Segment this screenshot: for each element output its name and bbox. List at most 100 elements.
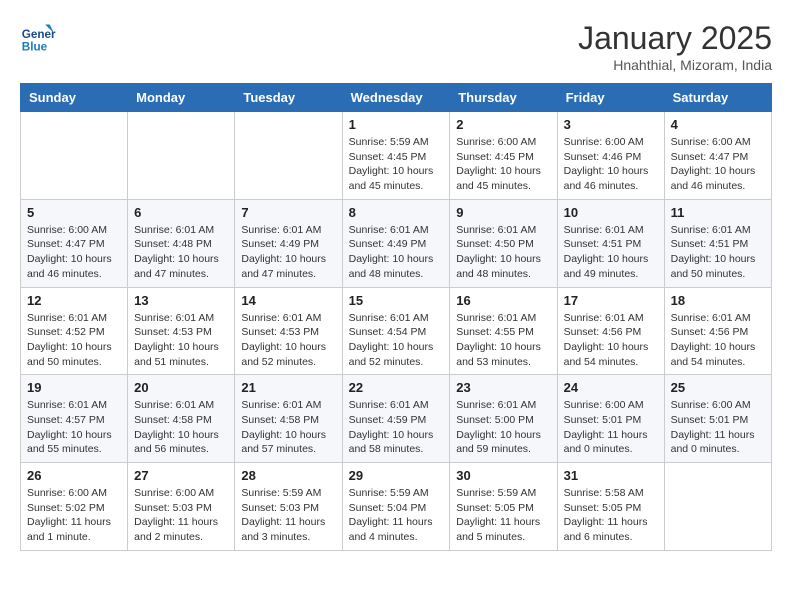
calendar-cell: 18 Sunrise: 6:01 AM Sunset: 4:56 PM Dayli… (664, 287, 771, 375)
day-number: 15 (349, 293, 444, 308)
calendar-cell: 21 Sunrise: 6:01 AM Sunset: 4:58 PM Dayli… (235, 375, 342, 463)
day-info: Sunrise: 6:01 AM Sunset: 4:50 PM Dayligh… (456, 223, 550, 282)
week-row-5: 26 Sunrise: 6:00 AM Sunset: 5:02 PM Dayli… (21, 463, 772, 551)
week-row-4: 19 Sunrise: 6:01 AM Sunset: 4:57 PM Dayli… (21, 375, 772, 463)
day-info: Sunrise: 6:00 AM Sunset: 5:02 PM Dayligh… (27, 486, 121, 545)
location-subtitle: Hnahthial, Mizoram, India (578, 57, 772, 73)
calendar-cell: 28 Sunrise: 5:59 AM Sunset: 5:03 PM Dayli… (235, 463, 342, 551)
day-info: Sunrise: 6:01 AM Sunset: 5:00 PM Dayligh… (456, 398, 550, 457)
day-info: Sunrise: 5:59 AM Sunset: 5:04 PM Dayligh… (349, 486, 444, 545)
day-number: 9 (456, 205, 550, 220)
week-row-3: 12 Sunrise: 6:01 AM Sunset: 4:52 PM Dayli… (21, 287, 772, 375)
day-info: Sunrise: 6:00 AM Sunset: 4:47 PM Dayligh… (671, 135, 765, 194)
day-number: 6 (134, 205, 228, 220)
calendar-cell: 13 Sunrise: 6:01 AM Sunset: 4:53 PM Dayli… (128, 287, 235, 375)
calendar-cell: 23 Sunrise: 6:01 AM Sunset: 5:00 PM Dayli… (450, 375, 557, 463)
calendar-cell (128, 112, 235, 200)
day-number: 18 (671, 293, 765, 308)
month-title: January 2025 (578, 20, 772, 57)
page-header: General Blue January 2025 Hnahthial, Miz… (20, 20, 772, 73)
calendar-cell: 27Sunrise: 6:00 AM Sunset: 5:03 PM Dayli… (128, 463, 235, 551)
calendar-cell: 9 Sunrise: 6:01 AM Sunset: 4:50 PM Daylig… (450, 199, 557, 287)
day-number: 16 (456, 293, 550, 308)
calendar-cell: 12 Sunrise: 6:01 AM Sunset: 4:52 PM Dayli… (21, 287, 128, 375)
day-number: 25 (671, 380, 765, 395)
weekday-header-saturday: Saturday (664, 84, 771, 112)
day-info: Sunrise: 6:01 AM Sunset: 4:55 PM Dayligh… (456, 311, 550, 370)
day-number: 17 (564, 293, 658, 308)
day-number: 2 (456, 117, 550, 132)
day-number: 26 (27, 468, 121, 483)
weekday-header-tuesday: Tuesday (235, 84, 342, 112)
day-number: 20 (134, 380, 228, 395)
calendar-cell: 14Sunrise: 6:01 AM Sunset: 4:53 PM Dayli… (235, 287, 342, 375)
day-number: 7 (241, 205, 335, 220)
day-info: Sunrise: 6:01 AM Sunset: 4:53 PM Dayligh… (134, 311, 228, 370)
day-number: 19 (27, 380, 121, 395)
calendar-cell (235, 112, 342, 200)
day-info: Sunrise: 6:01 AM Sunset: 4:52 PM Dayligh… (27, 311, 121, 370)
day-info: Sunrise: 6:01 AM Sunset: 4:53 PM Dayligh… (241, 311, 335, 370)
calendar-cell: 20 Sunrise: 6:01 AM Sunset: 4:58 PM Dayli… (128, 375, 235, 463)
calendar-cell (664, 463, 771, 551)
calendar-cell: 11Sunrise: 6:01 AM Sunset: 4:51 PM Dayli… (664, 199, 771, 287)
day-number: 30 (456, 468, 550, 483)
day-info: Sunrise: 5:59 AM Sunset: 4:45 PM Dayligh… (349, 135, 444, 194)
day-info: Sunrise: 6:01 AM Sunset: 4:57 PM Dayligh… (27, 398, 121, 457)
calendar-cell: 26 Sunrise: 6:00 AM Sunset: 5:02 PM Dayli… (21, 463, 128, 551)
day-number: 5 (27, 205, 121, 220)
calendar-cell: 6Sunrise: 6:01 AM Sunset: 4:48 PM Daylig… (128, 199, 235, 287)
day-number: 13 (134, 293, 228, 308)
day-info: Sunrise: 5:59 AM Sunset: 5:05 PM Dayligh… (456, 486, 550, 545)
day-info: Sunrise: 6:01 AM Sunset: 4:51 PM Dayligh… (671, 223, 765, 282)
day-info: Sunrise: 6:01 AM Sunset: 4:54 PM Dayligh… (349, 311, 444, 370)
day-number: 31 (564, 468, 658, 483)
weekday-header-wednesday: Wednesday (342, 84, 450, 112)
week-row-2: 5 Sunrise: 6:00 AM Sunset: 4:47 PM Daylig… (21, 199, 772, 287)
calendar-cell: 5 Sunrise: 6:00 AM Sunset: 4:47 PM Daylig… (21, 199, 128, 287)
day-number: 10 (564, 205, 658, 220)
calendar-cell: 15 Sunrise: 6:01 AM Sunset: 4:54 PM Dayli… (342, 287, 450, 375)
day-info: Sunrise: 6:01 AM Sunset: 4:59 PM Dayligh… (349, 398, 444, 457)
calendar-cell: 22 Sunrise: 6:01 AM Sunset: 4:59 PM Dayli… (342, 375, 450, 463)
day-info: Sunrise: 6:01 AM Sunset: 4:56 PM Dayligh… (564, 311, 658, 370)
day-info: Sunrise: 6:00 AM Sunset: 4:47 PM Dayligh… (27, 223, 121, 282)
weekday-header-sunday: Sunday (21, 84, 128, 112)
calendar-cell: 16 Sunrise: 6:01 AM Sunset: 4:55 PM Dayli… (450, 287, 557, 375)
logo-icon: General Blue (20, 20, 56, 56)
day-info: Sunrise: 6:01 AM Sunset: 4:56 PM Dayligh… (671, 311, 765, 370)
calendar-cell: 3 Sunrise: 6:00 AM Sunset: 4:46 PM Daylig… (557, 112, 664, 200)
day-number: 1 (349, 117, 444, 132)
calendar-cell: 30 Sunrise: 5:59 AM Sunset: 5:05 PM Dayli… (450, 463, 557, 551)
day-number: 27 (134, 468, 228, 483)
weekday-header-row: SundayMondayTuesdayWednesdayThursdayFrid… (21, 84, 772, 112)
day-number: 21 (241, 380, 335, 395)
day-number: 24 (564, 380, 658, 395)
calendar-cell: 10 Sunrise: 6:01 AM Sunset: 4:51 PM Dayli… (557, 199, 664, 287)
day-number: 8 (349, 205, 444, 220)
calendar-cell: 4 Sunrise: 6:00 AM Sunset: 4:47 PM Daylig… (664, 112, 771, 200)
day-info: Sunrise: 6:00 AM Sunset: 4:46 PM Dayligh… (564, 135, 658, 194)
weekday-header-thursday: Thursday (450, 84, 557, 112)
calendar-cell: 7Sunrise: 6:01 AM Sunset: 4:49 PM Daylig… (235, 199, 342, 287)
day-info: Sunrise: 6:01 AM Sunset: 4:51 PM Dayligh… (564, 223, 658, 282)
calendar-cell: 8 Sunrise: 6:01 AM Sunset: 4:49 PM Daylig… (342, 199, 450, 287)
day-info: Sunrise: 6:01 AM Sunset: 4:58 PM Dayligh… (134, 398, 228, 457)
day-info: Sunrise: 6:01 AM Sunset: 4:49 PM Dayligh… (349, 223, 444, 282)
week-row-1: 1 Sunrise: 5:59 AM Sunset: 4:45 PM Daylig… (21, 112, 772, 200)
day-number: 23 (456, 380, 550, 395)
day-number: 4 (671, 117, 765, 132)
calendar-cell (21, 112, 128, 200)
weekday-header-monday: Monday (128, 84, 235, 112)
calendar-cell: 31Sunrise: 5:58 AM Sunset: 5:05 PM Dayli… (557, 463, 664, 551)
day-number: 3 (564, 117, 658, 132)
logo: General Blue (20, 20, 56, 56)
day-number: 28 (241, 468, 335, 483)
day-info: Sunrise: 5:59 AM Sunset: 5:03 PM Dayligh… (241, 486, 335, 545)
svg-text:Blue: Blue (22, 41, 48, 54)
day-info: Sunrise: 6:01 AM Sunset: 4:58 PM Dayligh… (241, 398, 335, 457)
day-number: 22 (349, 380, 444, 395)
title-block: January 2025 Hnahthial, Mizoram, India (578, 20, 772, 73)
day-number: 12 (27, 293, 121, 308)
calendar-cell: 1 Sunrise: 5:59 AM Sunset: 4:45 PM Daylig… (342, 112, 450, 200)
